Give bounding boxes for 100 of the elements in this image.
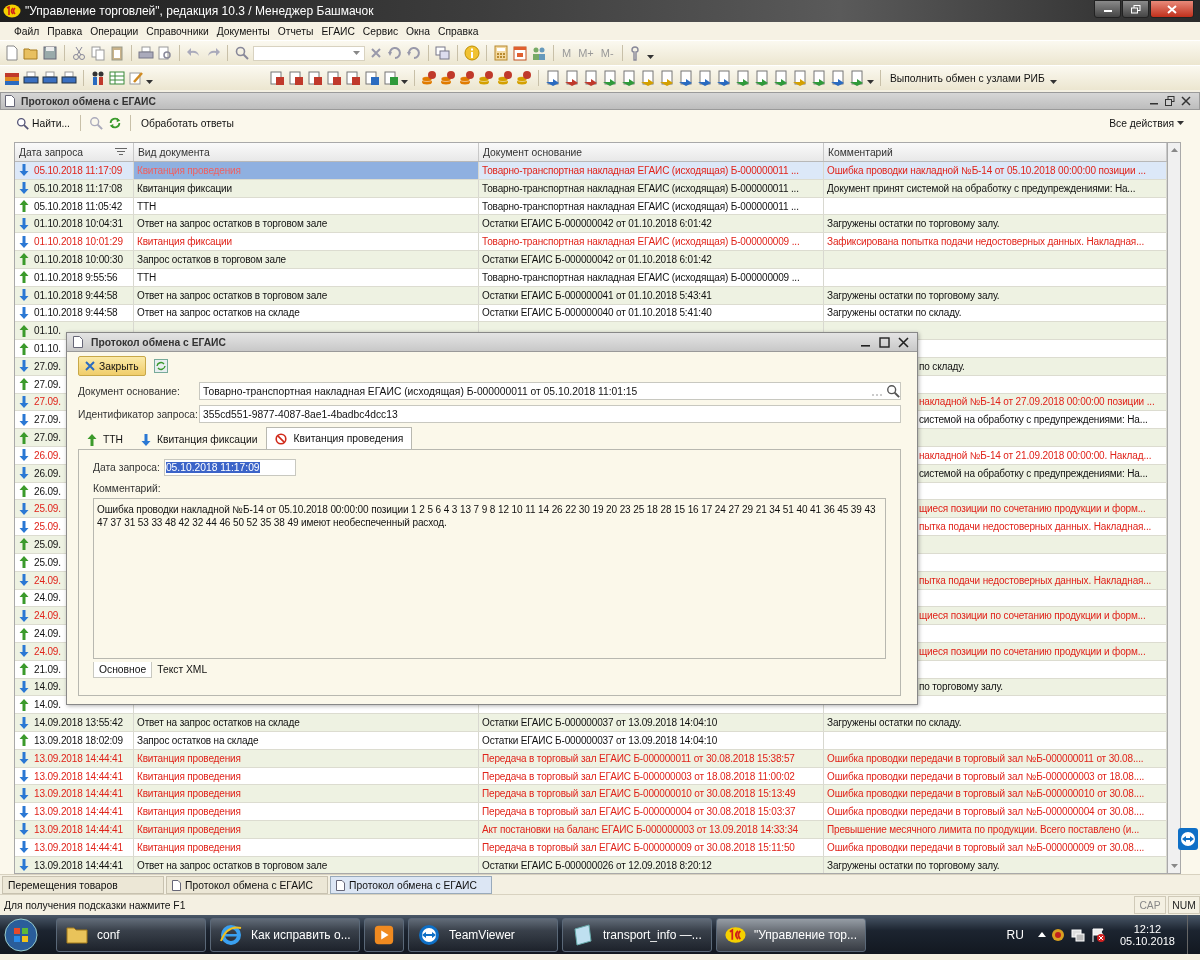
- close-button[interactable]: [1150, 0, 1194, 18]
- search-field[interactable]: [253, 45, 365, 61]
- tab[interactable]: Основное: [93, 662, 153, 678]
- taskbar-item[interactable]: TeamViewer: [408, 917, 558, 952]
- scrollbar[interactable]: [1167, 142, 1181, 874]
- menu-item[interactable]: Файл: [10, 25, 44, 37]
- document-icon[interactable]: [269, 70, 285, 86]
- calendar-icon[interactable]: [512, 45, 528, 61]
- close-icon[interactable]: [898, 336, 909, 348]
- document-icon[interactable]: [678, 70, 694, 86]
- emblem-icon[interactable]: [1049, 926, 1066, 943]
- document-icon[interactable]: [345, 70, 361, 86]
- remote-support-icon[interactable]: [1178, 828, 1198, 850]
- document-icon[interactable]: [830, 70, 846, 86]
- search-icon[interactable]: [886, 384, 900, 398]
- start-button[interactable]: [4, 917, 38, 952]
- scissors-icon[interactable]: [71, 45, 87, 61]
- flag-icon[interactable]: [1089, 926, 1106, 943]
- coins-icon[interactable]: [478, 70, 494, 86]
- minimize-button[interactable]: [1094, 0, 1121, 18]
- document-icon[interactable]: [364, 70, 380, 86]
- search-icon[interactable]: [234, 45, 250, 61]
- coins-icon[interactable]: [459, 70, 475, 86]
- document-icon[interactable]: [621, 70, 637, 86]
- document-icon[interactable]: [735, 70, 751, 86]
- input-field[interactable]: 355cd551-9877-4087-8ae1-4badbc4dcc13: [199, 405, 901, 423]
- tab[interactable]: Квитанция фиксации: [132, 429, 267, 449]
- window-tab[interactable]: Протокол обмена с ЕГАИС: [330, 876, 492, 894]
- all-actions-button[interactable]: Все действия: [1107, 117, 1186, 129]
- document-icon[interactable]: [602, 70, 618, 86]
- menu-item[interactable]: Операции: [86, 25, 143, 37]
- window-tab[interactable]: Протокол обмена с ЕГАИС: [166, 876, 328, 894]
- windows-icon[interactable]: [435, 45, 451, 61]
- coins-icon[interactable]: [440, 70, 456, 86]
- menu-item[interactable]: Документы: [212, 25, 274, 37]
- menu-item[interactable]: Сервис: [358, 25, 403, 37]
- printer-icon[interactable]: [42, 70, 58, 86]
- save-icon[interactable]: [42, 45, 58, 61]
- comment-field[interactable]: Ошибка проводки накладной №Б-14 от 05.10.2018 00:00:00 позиции 1 2 5 6 4 3 13 7 9 8 12 10 11 14 26 22 30 19 20 23 25 18 28 15 16 17 24 27 29 21 34 51 40 41 36 45 39 43 47 37 31 53 33 48 42 32 44 46 50 52 35 38 49 имеют необеспеченный расход.: [93, 498, 886, 659]
- taskbar-item[interactable]: "Управление тор...: [716, 917, 866, 952]
- menu-item[interactable]: Справка: [434, 25, 483, 37]
- document-icon[interactable]: [583, 70, 599, 86]
- document-icon[interactable]: [383, 70, 399, 86]
- input-field[interactable]: Товарно-транспортная накладная ЕГАИС (исходящая) Б-000000011 от 05.10.2018 11:01:15: [199, 382, 901, 400]
- clock[interactable]: 12:12 05.10.2018: [1109, 922, 1183, 947]
- column-header[interactable]: Вид документа: [134, 143, 479, 161]
- taskbar-item[interactable]: Как исправить о...: [210, 917, 360, 952]
- calculator-icon[interactable]: [493, 45, 509, 61]
- document-icon[interactable]: [326, 70, 342, 86]
- menu-item[interactable]: Окна: [402, 25, 435, 37]
- document-icon[interactable]: [811, 70, 827, 86]
- restore-icon[interactable]: [1165, 96, 1175, 106]
- taskbar-item[interactable]: conf: [56, 917, 206, 952]
- document-icon[interactable]: [564, 70, 580, 86]
- column-header[interactable]: Документ основание: [479, 143, 824, 161]
- document-icon[interactable]: [754, 70, 770, 86]
- preview-icon[interactable]: [157, 45, 173, 61]
- clipboard-icon[interactable]: [109, 45, 125, 61]
- column-header[interactable]: Дата запроса: [15, 143, 134, 161]
- caret-icon[interactable]: [146, 80, 153, 84]
- menu-item[interactable]: ЕГАИС: [317, 25, 359, 37]
- menu-item[interactable]: Правка: [43, 25, 87, 37]
- coins-icon[interactable]: [497, 70, 513, 86]
- caret-icon[interactable]: [646, 55, 654, 59]
- printer-icon[interactable]: [61, 70, 77, 86]
- date-field[interactable]: 05.10.2018 11:17:09: [163, 459, 296, 476]
- printer-icon[interactable]: [23, 70, 39, 86]
- caret-icon[interactable]: [867, 80, 874, 84]
- document-icon[interactable]: [545, 70, 561, 86]
- taskbar-item[interactable]: transport_info —...: [562, 917, 712, 952]
- refresh-icon[interactable]: [153, 359, 168, 373]
- find-button[interactable]: Найти...: [14, 116, 72, 130]
- caret-icon[interactable]: [1049, 80, 1057, 84]
- document-icon[interactable]: [307, 70, 323, 86]
- restore-button[interactable]: [1122, 0, 1149, 18]
- window-tab[interactable]: Перемещения товаров: [2, 876, 164, 894]
- books-icon[interactable]: [4, 70, 20, 86]
- coins-icon[interactable]: [421, 70, 437, 86]
- maximize-icon[interactable]: [879, 336, 890, 348]
- tab[interactable]: Квитанция проведения: [266, 427, 413, 449]
- menu-item[interactable]: Отчеты: [273, 25, 318, 37]
- close-icon[interactable]: [1181, 96, 1191, 106]
- document-icon[interactable]: [288, 70, 304, 86]
- coins-icon[interactable]: [516, 70, 532, 86]
- tab[interactable]: ТТН: [78, 429, 132, 449]
- document-icon[interactable]: [716, 70, 732, 86]
- close-dialog-button[interactable]: Закрыть: [78, 356, 146, 376]
- refresh-icon[interactable]: [387, 45, 403, 61]
- exchange-button[interactable]: Выполнить обмен с узлами РИБ: [887, 72, 1048, 84]
- people-icon[interactable]: [90, 70, 106, 86]
- menu-item[interactable]: Справочники: [142, 25, 213, 37]
- language-indicator[interactable]: RU: [1006, 927, 1024, 942]
- process-button[interactable]: Обработать ответы: [138, 117, 236, 129]
- refresh-icon[interactable]: [107, 116, 122, 130]
- refresh-icon[interactable]: [406, 45, 422, 61]
- document-icon[interactable]: [773, 70, 789, 86]
- document-icon[interactable]: [849, 70, 865, 86]
- taskbar-item[interactable]: [364, 917, 404, 952]
- network-icon[interactable]: [1069, 926, 1086, 943]
- caret-icon[interactable]: [401, 80, 408, 84]
